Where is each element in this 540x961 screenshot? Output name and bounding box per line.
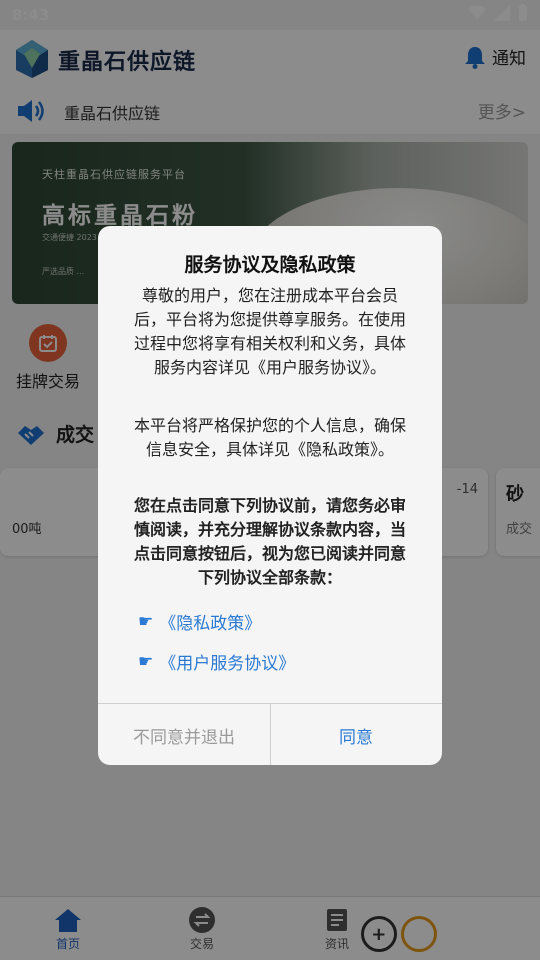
pointing-hand-icon: ☛	[138, 611, 154, 632]
dialog-paragraph-1: 尊敬的用户，您在注册成本平台会员后，平台将为您提供尊享服务。在使用过程中您将享有…	[133, 286, 406, 377]
dialog-paragraph-2: 本平台将严格保护您的个人信息，确保信息安全，具体详见《隐私政策》。	[133, 416, 406, 459]
accept-button[interactable]: 同意	[270, 704, 442, 765]
user-agreement-link[interactable]: ☛ 《用户服务协议》	[138, 649, 296, 675]
dialog-buttons: 不同意并退出 同意	[98, 703, 442, 765]
privacy-policy-link[interactable]: ☛ 《隐私政策》	[138, 609, 262, 635]
pointing-hand-icon: ☛	[138, 651, 154, 672]
agreement-dialog: 服务协议及隐私政策 尊敬的用户，您在注册成本平台会员后，平台将为您提供尊享服务。…	[98, 226, 442, 765]
decline-exit-button[interactable]: 不同意并退出	[98, 704, 271, 765]
dialog-title: 服务协议及隐私政策	[184, 254, 356, 276]
dialog-paragraph-3: 您在点击同意下列协议前，请您务必审慎阅读，并充分理解协议条款内容，当点击同意按钮…	[133, 496, 406, 587]
privacy-policy-link-label: 《隐私政策》	[159, 614, 262, 634]
user-agreement-link-label: 《用户服务协议》	[159, 654, 296, 674]
